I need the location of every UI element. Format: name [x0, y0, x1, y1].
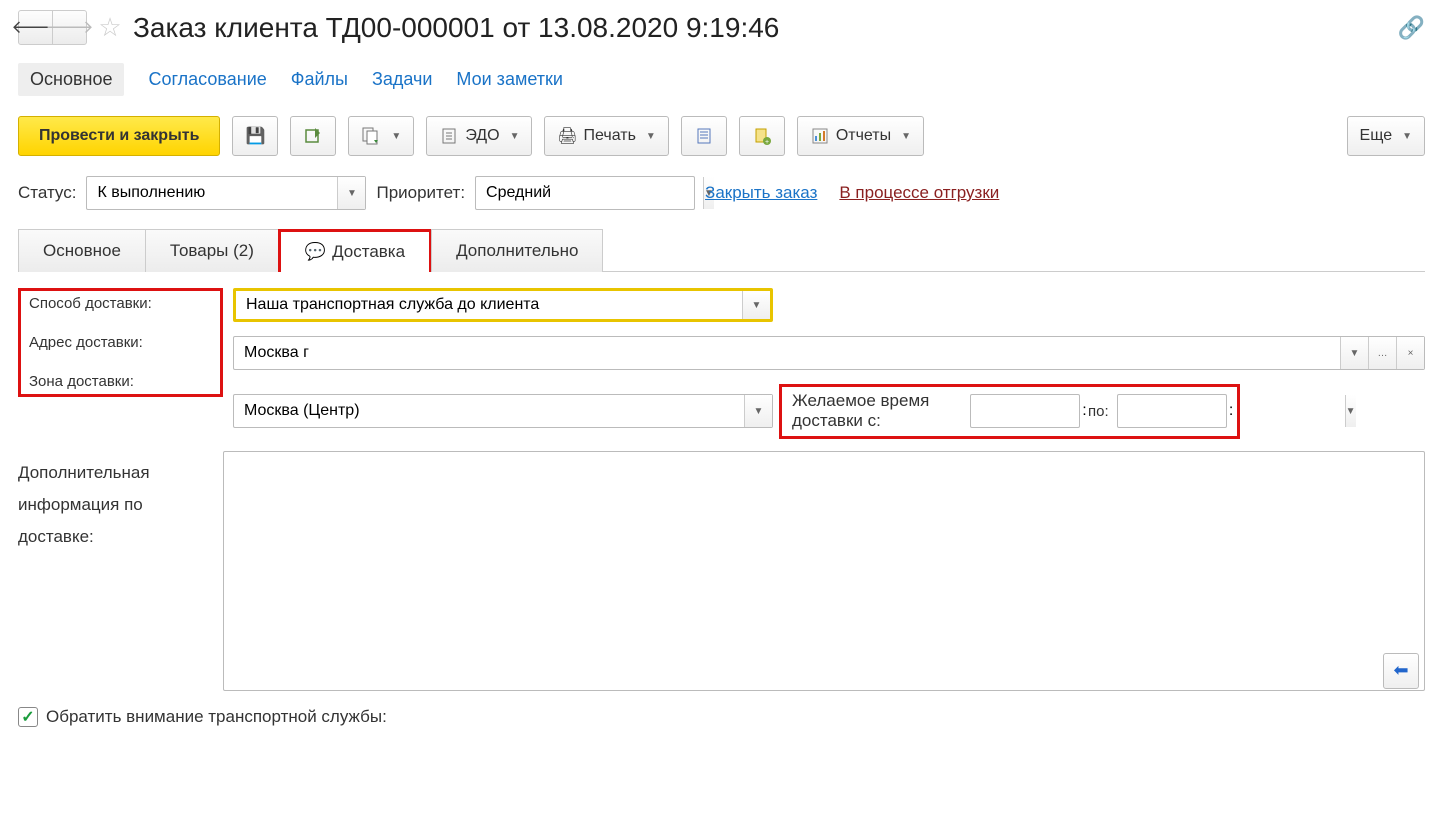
create-based-on-button[interactable]: ▼ — [348, 116, 414, 156]
header-bar: 🡐 🡒 ☆ Заказ клиента ТД00-000001 от 13.08… — [18, 10, 1425, 45]
priority-label: Приоритет: — [376, 183, 465, 203]
delivery-method-input[interactable] — [236, 291, 742, 319]
address-input[interactable] — [234, 337, 1340, 369]
tab-notes[interactable]: Мои заметки — [456, 69, 563, 90]
tab-files[interactable]: Файлы — [291, 69, 348, 90]
delivery-labels-group: Способ доставки: Адрес доставки: Зона до… — [18, 288, 223, 397]
dropdown-button[interactable]: ▼ — [1345, 395, 1356, 427]
dropdown-caret-icon: ▼ — [391, 131, 401, 142]
time-from-combo[interactable]: ▼ — [970, 394, 1080, 428]
tab-approval[interactable]: Согласование — [148, 69, 266, 90]
shipping-status-link[interactable]: В процессе отгрузки — [839, 183, 999, 203]
dropdown-button[interactable]: ▼ — [1340, 337, 1368, 369]
paste-arrow-button[interactable]: ⬅ — [1383, 653, 1419, 689]
dropdown-caret-icon: ▼ — [510, 131, 520, 142]
zone-label: Зона доставки: — [29, 373, 212, 390]
edo-button[interactable]: ЭДО▼ — [426, 116, 532, 156]
status-combo[interactable]: ▼ — [86, 176, 366, 210]
dropdown-button[interactable]: ▼ — [742, 291, 770, 319]
doc-copy-icon — [361, 126, 381, 146]
list-button[interactable] — [681, 116, 727, 156]
dropdown-button[interactable]: ▼ — [744, 395, 772, 427]
delivery-time-group: Желаемое время доставки с: ▼ по: ▼ — [779, 384, 1240, 439]
subtab-goods[interactable]: Товары (2) — [145, 229, 279, 272]
secondary-tabs: Основное Товары (2) 💬Доставка Дополнител… — [18, 228, 1425, 272]
delivery-method-combo[interactable]: ▼ — [233, 288, 773, 322]
attention-checkbox[interactable] — [18, 707, 38, 727]
attention-label: Обратить внимание транспортной службы: — [46, 707, 387, 727]
time-to-combo[interactable]: ▼ — [1117, 394, 1227, 428]
dropdown-caret-icon: ▼ — [646, 131, 656, 142]
zone-combo[interactable]: ▼ — [233, 394, 773, 428]
status-label: Статус: — [18, 183, 76, 203]
close-order-link[interactable]: Закрыть заказ — [705, 183, 817, 203]
time-to-label: по: — [1088, 403, 1109, 420]
status-input[interactable] — [87, 177, 337, 209]
address-label: Адрес доставки: — [29, 334, 212, 351]
toolbar: Провести и закрыть 💾 ▼ ЭДО▼ 🖨Печать▼ + О… — [18, 116, 1425, 156]
forward-button[interactable]: 🡒 — [52, 10, 87, 45]
method-label: Способ доставки: — [29, 295, 212, 312]
comment-icon: 💬 — [305, 242, 326, 262]
more-button[interactable]: Еще▼ — [1347, 116, 1425, 156]
dropdown-button[interactable]: ▼ — [337, 177, 365, 209]
clear-button[interactable]: × — [1396, 337, 1424, 369]
tab-tasks[interactable]: Задачи — [372, 69, 432, 90]
favorite-star-icon[interactable]: ☆ — [95, 13, 125, 43]
tab-main[interactable]: Основное — [18, 63, 124, 96]
reports-button[interactable]: Отчеты▼ — [797, 116, 924, 156]
post-and-close-button[interactable]: Провести и закрыть — [18, 116, 220, 156]
subtab-extra[interactable]: Дополнительно — [431, 229, 603, 272]
new-doc-icon: + — [752, 126, 772, 146]
delivery-form: Способ доставки: Адрес доставки: Зона до… — [18, 284, 1425, 731]
primary-tabs: Основное Согласование Файлы Задачи Мои з… — [18, 63, 1425, 96]
address-combo[interactable]: ▼ … × — [233, 336, 1425, 370]
status-row: Статус: ▼ Приоритет: ▼ Закрыть заказ В п… — [18, 176, 1425, 210]
subtab-main[interactable]: Основное — [18, 229, 146, 272]
post-icon — [303, 126, 323, 146]
dropdown-caret-icon: ▼ — [1402, 131, 1412, 142]
zone-input[interactable] — [234, 395, 744, 427]
save-icon: 💾 — [245, 126, 265, 146]
time-to-input[interactable] — [1118, 395, 1345, 427]
permalink-icon[interactable]: 🔗 — [1398, 15, 1425, 41]
print-icon: 🖨 — [557, 126, 577, 146]
extra-info-textarea[interactable] — [223, 451, 1425, 691]
report-icon — [810, 126, 830, 146]
print-button[interactable]: 🖨Печать▼ — [544, 116, 668, 156]
page-title: Заказ клиента ТД00-000001 от 13.08.2020 … — [133, 12, 779, 44]
attach-button[interactable]: + — [739, 116, 785, 156]
extra-info-label: Дополнительная информация по доставке: — [18, 451, 213, 554]
subtab-delivery[interactable]: 💬Доставка — [278, 229, 432, 272]
attention-checkbox-row: Обратить внимание транспортной службы: — [18, 707, 1425, 727]
svg-text:+: + — [765, 139, 769, 145]
priority-combo[interactable]: ▼ — [475, 176, 695, 210]
dropdown-caret-icon: ▼ — [901, 131, 911, 142]
save-button[interactable]: 💾 — [232, 116, 278, 156]
time-from-label: Желаемое время доставки с: — [792, 391, 962, 432]
list-icon — [694, 126, 714, 146]
post-button[interactable] — [290, 116, 336, 156]
edo-icon — [439, 126, 459, 146]
ellipsis-button[interactable]: … — [1368, 337, 1396, 369]
priority-input[interactable] — [476, 177, 703, 209]
